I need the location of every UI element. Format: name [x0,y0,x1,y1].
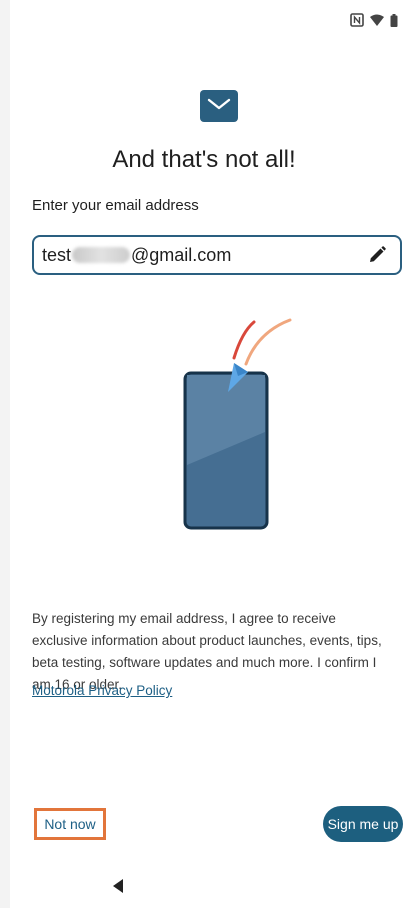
email-prefix: test [42,244,72,265]
page-title: And that's not all! [112,146,296,173]
sign-me-up-button[interactable]: Sign me up [323,806,403,842]
email-suffix: @gmail.com [131,244,232,265]
not-now-button[interactable]: Not now [34,808,106,840]
battery-icon [390,13,398,27]
email-value: test @gmail.com [42,245,231,266]
mail-icon [200,90,238,122]
phone-illustration [150,310,300,540]
status-bar [350,10,398,30]
left-edge [0,0,10,908]
email-field-label: Enter your email address [32,197,199,214]
privacy-policy-link[interactable]: Motorola Privacy Policy [32,683,172,698]
screen: And that's not all! Enter your email add… [0,0,408,908]
redacted-email-part [72,247,131,263]
pencil-icon[interactable] [366,244,388,266]
back-icon[interactable] [110,878,126,894]
wifi-icon [370,14,384,26]
nfc-icon [350,13,364,27]
email-field[interactable]: test @gmail.com [32,235,402,275]
